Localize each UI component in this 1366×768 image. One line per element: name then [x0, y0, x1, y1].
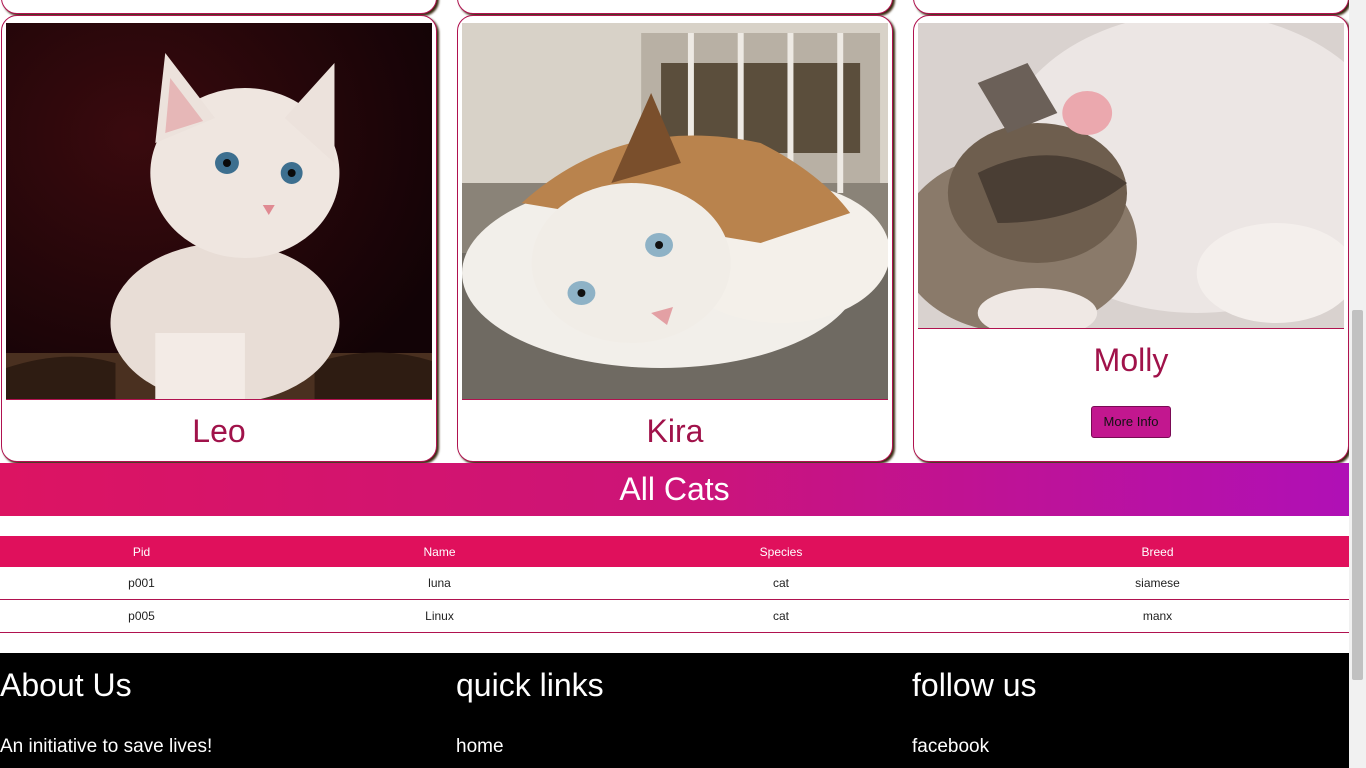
cell-species: cat	[596, 599, 966, 633]
cat-name: Leo	[192, 413, 246, 449]
cell-name: luna	[283, 567, 596, 600]
cats-table: Pid Name Species Breed p001 luna cat sia…	[0, 536, 1349, 633]
footer-about-title: About Us	[0, 667, 132, 703]
card-previous-row	[913, 0, 1349, 14]
footer-link-facebook[interactable]: facebook	[912, 736, 989, 758]
table-header-row: Pid Name Species Breed	[0, 536, 1349, 567]
footer-follow-title: follow us	[912, 667, 1037, 703]
cat-photo	[918, 23, 1344, 329]
column-header-pid: Pid	[0, 536, 283, 567]
column-header-breed: Breed	[966, 536, 1349, 567]
footer: About Us An initiative to save lives! qu…	[0, 653, 1349, 768]
card-previous-row	[1, 0, 437, 14]
column-header-species: Species	[596, 536, 966, 567]
cat-name: Kira	[646, 413, 704, 449]
page: Leo Kira Molly More Info All Cats Pid Na…	[0, 0, 1349, 768]
card-previous-row	[457, 0, 893, 14]
cell-pid: p005	[0, 599, 283, 633]
footer-about-text: An initiative to save lives!	[0, 736, 213, 757]
table-row: p005 Linux cat manx	[0, 599, 1349, 633]
cat-name: Molly	[1093, 342, 1169, 378]
footer-link-home[interactable]: home	[456, 736, 504, 758]
cell-pid: p001	[0, 567, 283, 600]
column-header-name: Name	[283, 536, 596, 567]
more-info-button[interactable]: More Info	[1091, 406, 1171, 438]
footer-links-title: quick links	[456, 667, 604, 703]
cat-card-kira: Kira	[457, 15, 893, 462]
cell-name: Linux	[283, 599, 596, 633]
cat-photo	[462, 23, 888, 400]
cat-card-leo: Leo	[1, 15, 437, 462]
table-row: p001 luna cat siamese	[0, 567, 1349, 600]
cell-species: cat	[596, 567, 966, 600]
cell-breed: manx	[966, 599, 1349, 633]
cell-breed: siamese	[966, 567, 1349, 600]
scrollbar-thumb[interactable]	[1352, 310, 1363, 680]
cat-card-molly: Molly More Info	[913, 15, 1349, 462]
section-title: All Cats	[0, 463, 1349, 516]
vertical-scrollbar[interactable]	[1349, 0, 1366, 768]
cat-photo	[6, 23, 432, 400]
